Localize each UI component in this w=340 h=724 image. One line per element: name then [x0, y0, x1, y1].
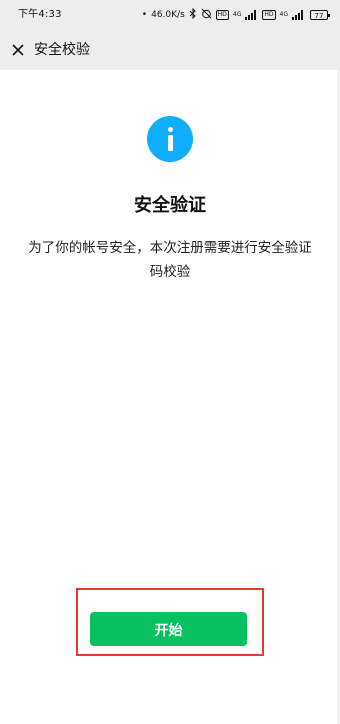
- nav-title: 安全校验: [34, 42, 90, 58]
- signal-1-label: 4G: [232, 11, 242, 18]
- close-button[interactable]: [6, 38, 30, 62]
- status-icons: • 46.0K/s HD 4G HD 4G 77: [141, 0, 330, 30]
- battery-icon: 77: [310, 10, 330, 20]
- info-icon: [147, 116, 193, 162]
- network-speed: 46.0K/s: [151, 9, 185, 20]
- status-time: 下午4:33: [18, 9, 62, 20]
- signal-strength-icon-1: [245, 10, 258, 20]
- hd-icon-1: HD: [215, 10, 229, 20]
- start-button[interactable]: 开始: [90, 612, 247, 646]
- close-icon: [12, 44, 24, 56]
- nav-bar: 安全校验: [0, 30, 340, 70]
- signal-strength-icon-2: [292, 10, 305, 20]
- hd-icon-2: HD: [262, 10, 276, 20]
- page-title: 安全验证: [134, 195, 206, 216]
- signal-2-label: 4G: [279, 11, 288, 18]
- alarm-off-icon: [201, 8, 212, 22]
- bluetooth-icon: [189, 7, 197, 22]
- screen: 下午4:33 • 46.0K/s HD 4G HD 4G 77 安全校验 安全验…: [0, 0, 340, 724]
- description-text: 为了你的帐号安全，本次注册需要进行安全验证码校验: [28, 240, 312, 280]
- status-dot: •: [141, 9, 148, 20]
- status-bar: 下午4:33 • 46.0K/s HD 4G HD 4G 77: [0, 0, 340, 30]
